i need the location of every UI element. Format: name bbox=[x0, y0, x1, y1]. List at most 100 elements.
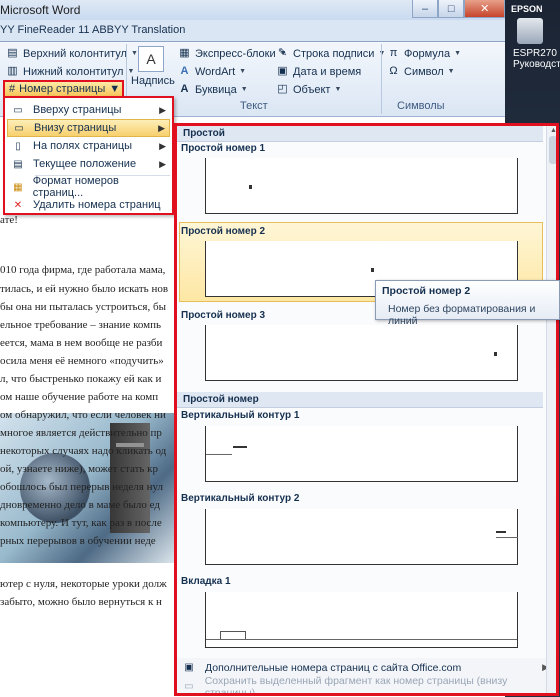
tab-shape bbox=[220, 631, 246, 639]
tab-finereader[interactable]: YY FineReader 11 bbox=[0, 24, 89, 36]
chevron-down-icon: ▼ bbox=[447, 68, 455, 75]
header-button[interactable]: ▤ Верхний колонтитул ▼ bbox=[6, 45, 138, 62]
object-icon: ◰ bbox=[277, 83, 288, 95]
close-button[interactable]: ✕ bbox=[464, 0, 506, 18]
gallery-item-simple-3[interactable] bbox=[205, 325, 518, 381]
office-icon: ▣ bbox=[184, 662, 194, 673]
current-position-icon: ▤ bbox=[13, 158, 23, 170]
doc-line: еется, мама в нем вообще не разби bbox=[0, 337, 163, 349]
dropcap-label: Буквица bbox=[195, 83, 237, 96]
doc-line: компьютеру. И тут, как раз в после bbox=[0, 517, 162, 529]
chevron-right-icon: ▶ bbox=[159, 104, 166, 115]
doc-line: ой, узнаете ниже), может стать кр bbox=[0, 463, 159, 475]
chevron-right-icon: ▶ bbox=[159, 140, 166, 151]
minimize-button[interactable]: – bbox=[412, 0, 439, 18]
pi-icon: π bbox=[389, 47, 398, 59]
object-label: Объект bbox=[293, 83, 331, 96]
gallery-category-plain: Простой номер bbox=[177, 392, 543, 408]
menu-item-label: Вверху страницы bbox=[33, 104, 122, 116]
desktop-shortcut-label: ESPR270 Руководст... bbox=[513, 48, 560, 70]
date-time-label: Дата и время bbox=[293, 65, 362, 78]
menu-item-bottom-of-page[interactable]: ▭ Внизу страницы ▶ bbox=[7, 119, 170, 137]
gallery-category-simple: Простой bbox=[177, 126, 543, 142]
gallery-item-tab-1[interactable] bbox=[205, 592, 518, 648]
chevron-right-icon: ▶ bbox=[158, 122, 165, 133]
scrollbar-thumb[interactable] bbox=[549, 136, 556, 164]
gallery-scrollbar[interactable]: ▲ bbox=[546, 126, 556, 693]
tab-abbyy-translation[interactable]: ABBYY Translation bbox=[92, 24, 185, 36]
gallery-item-title: Вертикальный контур 2 bbox=[181, 493, 300, 504]
contour-line bbox=[496, 537, 518, 538]
doc-line: обошлось был перерыв неделя нул bbox=[0, 481, 163, 493]
symbol-label: Символ bbox=[404, 65, 444, 78]
doc-line: л, что быстренько покажу ей как и bbox=[0, 373, 162, 385]
doc-line: некоторых случаях надо кликать од bbox=[0, 445, 167, 457]
contour-mark bbox=[496, 531, 506, 533]
save-selection-label: Сохранить выделенный фрагмент как номер … bbox=[204, 674, 508, 696]
page-number-mark bbox=[494, 352, 497, 356]
quick-parts-label: Экспресс-блоки bbox=[195, 47, 276, 60]
printer-icon[interactable] bbox=[517, 18, 543, 44]
wordart-icon: A bbox=[180, 65, 189, 77]
doc-line: ате! bbox=[0, 214, 18, 226]
doc-line: забыто, можно было вернуться к н bbox=[0, 596, 162, 608]
gallery-item-title: Простой номер 1 bbox=[181, 143, 266, 154]
menu-item-format-numbers[interactable]: ▦ Формат номеров страниц... bbox=[7, 175, 170, 199]
menu-item-label: Текущее положение bbox=[33, 158, 137, 170]
menu-item-label: На полях страницы bbox=[33, 140, 133, 152]
tooltip-title: Простой номер 2 bbox=[382, 285, 471, 297]
gallery-item-vertical-2[interactable] bbox=[205, 509, 518, 565]
window-title: Microsoft Word bbox=[0, 3, 81, 17]
ribbon-tabs: YY FineReader 11 ABBYY Translation bbox=[0, 20, 505, 42]
caption-button[interactable]: A Надпись bbox=[131, 46, 175, 98]
menu-item-remove-numbers[interactable]: ✕ Удалить номера страниц bbox=[7, 196, 170, 214]
menu-item-top-of-page[interactable]: ▭ Вверху страницы ▶ bbox=[7, 101, 170, 119]
doc-line: осила меня её немного «подучить» bbox=[0, 355, 164, 367]
page-number-gallery: Простой Простой номер 1 Простой номер 2 … bbox=[174, 123, 559, 696]
calendar-icon: ▣ bbox=[277, 65, 288, 77]
formula-label: Формула bbox=[404, 47, 451, 60]
formula-button[interactable]: π Формула ▼ bbox=[387, 45, 461, 62]
chevron-down-icon: ▼ bbox=[240, 86, 248, 93]
signature-icon: ✎ bbox=[277, 47, 288, 59]
scroll-up-icon[interactable]: ▲ bbox=[550, 127, 556, 134]
tab-baseline bbox=[206, 639, 517, 640]
maximize-button[interactable]: □ bbox=[438, 0, 465, 18]
chevron-right-icon: ▶ bbox=[159, 158, 166, 169]
signature-line-label: Строка подписи bbox=[293, 47, 375, 60]
page-number-label: Номер страницы bbox=[19, 83, 106, 95]
symbol-button[interactable]: Ω Символ ▼ bbox=[387, 63, 455, 80]
header-icon: ▤ bbox=[7, 47, 18, 59]
page-top-icon: ▭ bbox=[13, 104, 23, 116]
wordart-label: WordArt bbox=[195, 65, 236, 78]
save-selection-item[interactable]: ▭ Сохранить выделенный фрагмент как номе… bbox=[177, 674, 553, 696]
dropcap-icon: A bbox=[180, 83, 189, 95]
signature-line-button[interactable]: ✎ Строка подписи ▼ bbox=[276, 45, 386, 62]
date-time-button[interactable]: ▣ Дата и время bbox=[276, 63, 361, 80]
gallery-item-vertical-1[interactable] bbox=[205, 426, 518, 482]
doc-line: многое является действительно пр bbox=[0, 427, 162, 439]
page-number-icon: # bbox=[9, 83, 16, 95]
title-bar: Microsoft Word – □ ✕ bbox=[0, 0, 506, 20]
page-number-mark bbox=[249, 185, 252, 189]
footer-button[interactable]: ▥ Нижний колонтитул ▼ bbox=[6, 63, 134, 80]
chevron-down-icon: ▼ bbox=[239, 68, 247, 75]
object-button[interactable]: ◰ Объект ▼ bbox=[276, 81, 341, 98]
chevron-down-icon: ▼ bbox=[109, 83, 121, 95]
header-label: Верхний колонтитул bbox=[23, 47, 127, 60]
page-number-mark bbox=[371, 268, 374, 272]
doc-line: тилась, и ей нужно было искать нов bbox=[0, 283, 169, 295]
wordart-button[interactable]: A WordArt ▼ bbox=[178, 63, 247, 80]
menu-item-label: Удалить номера страниц bbox=[33, 199, 161, 211]
quick-parts-button[interactable]: ▦ Экспресс-блоки ▼ bbox=[178, 45, 286, 62]
dropcap-button[interactable]: A Буквица ▼ bbox=[178, 81, 248, 98]
page-bottom-icon: ▭ bbox=[14, 122, 24, 134]
doc-line: 010 года фирма, где работала мама, bbox=[0, 264, 166, 276]
textbox-icon: A bbox=[138, 46, 164, 72]
gallery-item-simple-1[interactable] bbox=[205, 158, 518, 214]
doc-line: ютер с нуля, некоторые уроки долж bbox=[0, 578, 167, 590]
save-selection-icon: ▭ bbox=[184, 681, 194, 692]
menu-item-current-position[interactable]: ▤ Текущее положение ▶ bbox=[7, 155, 170, 173]
window-controls: – □ ✕ bbox=[412, 0, 506, 18]
menu-item-page-margins[interactable]: ▯ На полях страницы ▶ bbox=[7, 137, 170, 155]
